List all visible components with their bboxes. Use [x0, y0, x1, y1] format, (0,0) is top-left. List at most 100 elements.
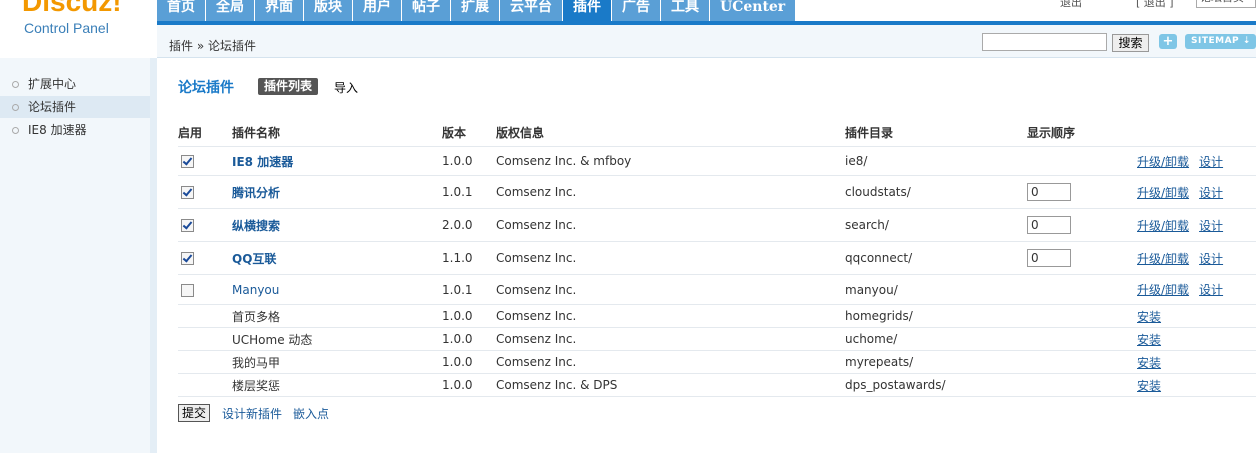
upgrade-uninstall-link[interactable]: 升级/卸载 [1137, 283, 1189, 297]
design-link[interactable]: 设计 [1199, 219, 1223, 233]
sidebar-item-ie8-accelerator[interactable]: IE8 加速器 [0, 119, 150, 141]
cell-actions: 安装 [1137, 373, 1256, 397]
design-link[interactable]: 设计 [1199, 155, 1223, 169]
cell-actions: 升级/卸载 设计 [1137, 274, 1256, 305]
design-link[interactable]: 设计 [1199, 252, 1223, 266]
cell-enabled [178, 274, 232, 305]
cell-name: 首页多格 [232, 304, 442, 328]
cell-version: 1.0.0 [442, 327, 496, 351]
nav-item-plugins[interactable]: 插件 [563, 0, 612, 21]
logout-link[interactable]: [ 退出 ] [1136, 0, 1174, 10]
cell-enabled [178, 146, 232, 176]
page-title: 论坛插件 [178, 80, 234, 96]
table-row: QQ互联 1.1.0 Comsenz Inc. qqconnect/0 升级/卸载 设计 [178, 241, 1256, 275]
plugin-name[interactable]: 腾讯分析 [232, 186, 280, 200]
plugin-name[interactable]: 纵横搜索 [232, 219, 280, 233]
nav-item-ucenter[interactable]: UCenter [710, 0, 797, 21]
cell-name: UCHome 动态 [232, 327, 442, 351]
enable-checkbox[interactable] [181, 252, 194, 265]
table-row: 纵横搜索 2.0.0 Comsenz Inc. search/0 升级/卸载 设计 [178, 208, 1256, 242]
upgrade-uninstall-link[interactable]: 升级/卸载 [1137, 155, 1189, 169]
plugin-name[interactable]: Manyou [232, 283, 279, 297]
cell-order [1027, 350, 1137, 374]
tab-import[interactable]: 导入 [334, 79, 358, 96]
sidebar-item-label: 论坛插件 [28, 100, 77, 114]
sitemap-button[interactable]: SITEMAP ⇣ [1185, 34, 1256, 49]
quick-select[interactable]: 论坛首页 [1196, 0, 1256, 8]
nav-item-global[interactable]: 全局 [206, 0, 255, 21]
logo[interactable]: Discuz! Control Panel [0, 0, 157, 58]
plugin-name[interactable]: QQ互联 [232, 252, 276, 266]
upgrade-uninstall-link[interactable]: 升级/卸载 [1137, 252, 1189, 266]
nav-item-forums[interactable]: 版块 [304, 0, 353, 21]
top-right-text[interactable]: 退出 [1060, 0, 1082, 10]
design-new-plugin-link[interactable]: 设计新插件 [222, 405, 282, 422]
install-link[interactable]: 安装 [1137, 333, 1161, 347]
cell-enabled [178, 350, 232, 374]
nav-item-ads[interactable]: 广告 [612, 0, 661, 21]
cell-copyright: Comsenz Inc. [496, 175, 845, 209]
install-link[interactable]: 安装 [1137, 310, 1161, 324]
enable-checkbox[interactable] [181, 283, 194, 297]
display-order-input[interactable]: 0 [1027, 183, 1071, 201]
design-link[interactable]: 设计 [1199, 283, 1223, 297]
cell-enabled [178, 373, 232, 397]
nav-item-cloud[interactable]: 云平台 [500, 0, 563, 21]
top-nav: 首页 全局 界面 版块 用户 帖子 扩展 云平台 插件 广告 工具 UCenter [157, 0, 797, 21]
header-col-dir: 插件目录 [845, 118, 1027, 147]
nav-item-tools[interactable]: 工具 [661, 0, 710, 21]
display-order-input[interactable]: 0 [1027, 216, 1071, 234]
nav-item-extend[interactable]: 扩展 [451, 0, 500, 21]
enable-checkbox[interactable] [181, 186, 194, 199]
cell-order [1027, 373, 1137, 397]
cell-order [1027, 304, 1137, 328]
cell-enabled [178, 175, 232, 209]
cell-version: 1.0.1 [442, 175, 496, 209]
cell-copyright: Comsenz Inc. [496, 327, 845, 351]
sidebar-item-forum-plugins[interactable]: 论坛插件 [0, 96, 150, 118]
sidebar-item-label: IE8 加速器 [28, 123, 87, 137]
cell-dir: dps_postawards/ [845, 373, 1027, 397]
table-row: Manyou 1.0.1 Comsenz Inc. manyou/升级/卸载 设计 [178, 274, 1256, 305]
nav-item-users[interactable]: 用户 [353, 0, 402, 21]
nav-item-interface[interactable]: 界面 [255, 0, 304, 21]
cell-name: IE8 加速器 [232, 146, 442, 176]
cell-actions: 升级/卸载 设计 [1137, 146, 1256, 176]
install-link[interactable]: 安装 [1137, 356, 1161, 370]
logo-subtitle: Control Panel [24, 20, 109, 36]
nav-item-home[interactable]: 首页 [157, 0, 206, 21]
upgrade-uninstall-link[interactable]: 升级/卸载 [1137, 219, 1189, 233]
header-col-order: 显示顺序 [1027, 118, 1137, 147]
breadcrumb: 插件 » 论坛插件 [169, 39, 256, 53]
table-row: 楼层奖惩 1.0.0 Comsenz Inc. & DPS dps_postaward… [178, 373, 1256, 397]
plugin-name[interactable]: IE8 加速器 [232, 155, 293, 169]
search-input[interactable] [982, 33, 1107, 51]
bullet-icon [12, 104, 19, 111]
add-shortcut-button[interactable]: + [1159, 34, 1177, 49]
cell-copyright: Comsenz Inc. [496, 350, 845, 374]
sidebar-item-extension-center[interactable]: 扩展中心 [0, 73, 150, 95]
hooks-link[interactable]: 嵌入点 [293, 405, 329, 422]
table-header-row: 启用 插件名称 版本 版权信息 插件目录 显示顺序 [178, 118, 1256, 147]
cell-dir: homegrids/ [845, 304, 1027, 328]
cell-dir: ie8/ [845, 146, 1027, 176]
enable-checkbox[interactable] [181, 219, 194, 232]
sidebar-item-label: 扩展中心 [28, 77, 77, 91]
cell-name: QQ互联 [232, 241, 442, 275]
search-button[interactable]: 搜索 [1112, 34, 1149, 52]
design-link[interactable]: 设计 [1199, 186, 1223, 200]
upgrade-uninstall-link[interactable]: 升级/卸载 [1137, 186, 1189, 200]
enable-checkbox[interactable] [181, 155, 194, 168]
submit-button[interactable]: 提交 [178, 404, 211, 422]
tab-plugin-list[interactable]: 插件列表 [258, 78, 319, 95]
cell-order: 0 [1027, 208, 1137, 242]
cell-actions: 安装 [1137, 327, 1256, 351]
plugins-table: 启用 插件名称 版本 版权信息 插件目录 显示顺序 IE8 加速器 1.0.0 Comsenz… [178, 118, 1256, 397]
nav-item-posts[interactable]: 帖子 [402, 0, 451, 21]
header-col-copyright: 版权信息 [496, 118, 845, 147]
install-link[interactable]: 安装 [1137, 379, 1161, 393]
display-order-input[interactable]: 0 [1027, 249, 1071, 267]
cell-actions: 升级/卸载 设计 [1137, 208, 1256, 242]
cell-dir: cloudstats/ [845, 175, 1027, 209]
cell-version: 1.0.1 [442, 274, 496, 305]
